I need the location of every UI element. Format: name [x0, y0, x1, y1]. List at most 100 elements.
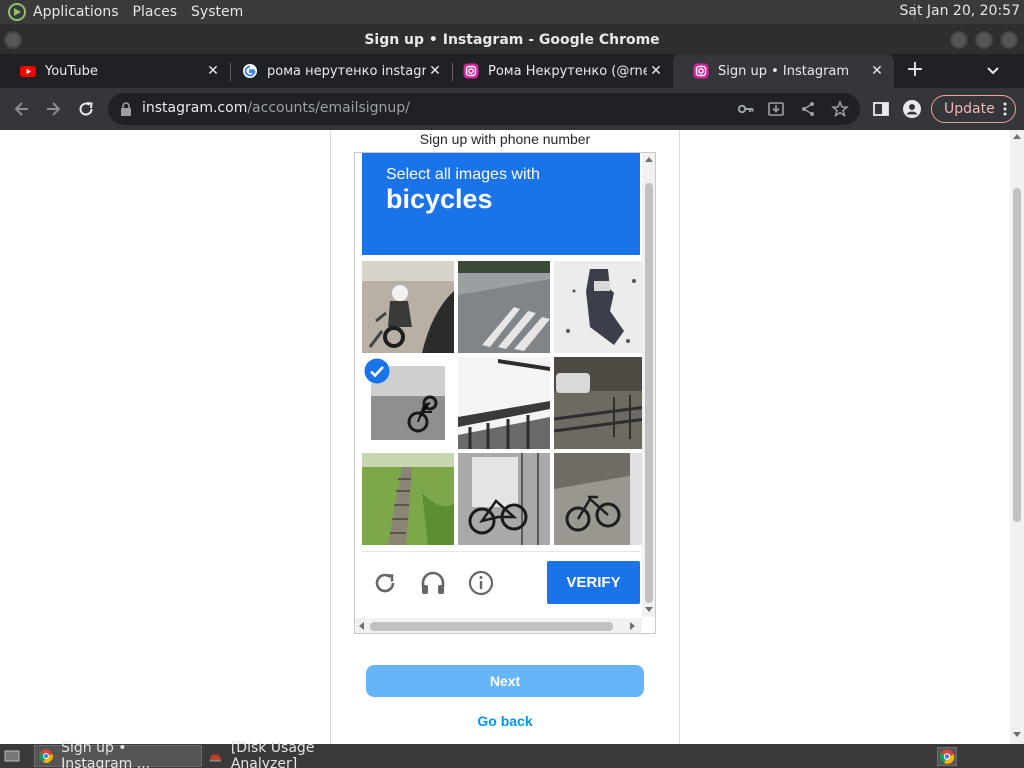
captcha-vertical-scrollbar[interactable]: [642, 153, 655, 617]
page-scroll-thumb[interactable]: [1013, 188, 1021, 522]
close-window-button[interactable]: [1000, 31, 1018, 49]
captcha-footer-divider: [362, 551, 640, 552]
taskbar-item-label: [Disk Usage Analyzer]: [230, 740, 315, 768]
captcha-audio-headphones-icon[interactable]: [419, 569, 447, 597]
selected-checkmark-icon: [364, 358, 390, 384]
tile-image-street-car: [554, 357, 646, 449]
captcha-tile-9[interactable]: [554, 453, 646, 545]
taskbar-item-chrome[interactable]: Sign up • Instagram ...: [34, 740, 202, 768]
tab-title: Рома Некрутенко (@rnekr: [488, 63, 647, 79]
tab-instagram-signup[interactable]: Sign up • Instagram ✕: [673, 54, 894, 88]
captcha-horizontal-scroll-thumb[interactable]: [370, 622, 613, 631]
window-menu-button[interactable]: [4, 31, 22, 49]
captcha-horizontal-scrollbar[interactable]: [355, 618, 642, 633]
tile-image-hydrant: [554, 261, 646, 353]
taskbar-item-label: Sign up • Instagram ...: [61, 740, 151, 768]
youtube-icon: [20, 66, 36, 77]
tab-instagram-profile[interactable]: Рома Некрутенко (@rnekr ✕: [443, 54, 673, 88]
kebab-menu-icon[interactable]: [1003, 102, 1007, 116]
tile-image-bicycles-wall: [458, 453, 550, 545]
show-desktop-icon[interactable]: [4, 748, 20, 764]
go-back-link[interactable]: Go back: [331, 713, 679, 729]
profile-avatar-icon[interactable]: [902, 99, 922, 119]
instagram-icon: [463, 63, 479, 79]
captcha-info-icon[interactable]: [467, 569, 495, 597]
chrome-icon: [39, 749, 53, 763]
disk-usage-icon: [209, 754, 221, 762]
menu-system[interactable]: System: [191, 4, 243, 20]
bookmark-star-icon[interactable]: [830, 99, 850, 119]
tile-image-crosswalk: [458, 261, 550, 353]
captcha-tile-8[interactable]: [458, 453, 550, 545]
screen: Applications Places System Sat Jan 20, 2…: [0, 0, 1024, 768]
captcha-prompt: Select all images with bicycles: [362, 153, 640, 255]
captcha-tile-7[interactable]: [362, 453, 454, 545]
url-text[interactable]: instagram.com/accounts/emailsignup/: [142, 100, 410, 116]
gnome-foot-icon[interactable]: [7, 2, 27, 22]
address-bar[interactable]: instagram.com/accounts/emailsignup/: [108, 93, 860, 125]
tab-title: YouTube: [45, 63, 98, 79]
back-arrow-icon[interactable]: [12, 99, 32, 119]
tab-close-icon[interactable]: ✕: [204, 63, 222, 79]
tile-image-bicycle-building: [554, 453, 646, 545]
captcha-tile-2[interactable]: [458, 261, 550, 353]
scroll-down-arrow-icon[interactable]: [645, 607, 653, 612]
google-icon: [243, 64, 257, 78]
tab-title: Sign up • Instagram: [718, 63, 850, 79]
forward-arrow-icon[interactable]: [43, 99, 63, 119]
browser-toolbar: instagram.com/accounts/emailsignup/ Upda…: [0, 88, 1024, 130]
taskbar-item-disk-usage[interactable]: [Disk Usage Analyzer]: [204, 740, 374, 768]
maximize-button[interactable]: [975, 31, 993, 49]
update-button[interactable]: Update: [931, 95, 1016, 123]
tab-title: рома нерутенко instagram: [267, 63, 426, 79]
menu-applications[interactable]: Applications: [33, 4, 119, 20]
update-label: Update: [944, 101, 995, 117]
page-scroll-up-arrow-icon[interactable]: [1013, 134, 1021, 139]
captcha-tile-6[interactable]: [554, 357, 646, 449]
minimize-button[interactable]: [950, 31, 968, 49]
captcha-tile-5[interactable]: [458, 357, 550, 449]
page-content: Sign up with phone number Select all ima…: [0, 130, 1010, 744]
sign-up-with-phone-link[interactable]: Sign up with phone number: [331, 131, 679, 147]
tab-search-chevron-icon[interactable]: [985, 63, 1001, 79]
share-icon[interactable]: [798, 99, 818, 119]
tab-close-icon[interactable]: ✕: [426, 63, 444, 79]
captcha-tile-1[interactable]: [362, 261, 454, 353]
url-host: instagram.com: [142, 100, 248, 116]
install-app-icon[interactable]: [766, 99, 786, 119]
page-scroll-down-arrow-icon[interactable]: [1013, 732, 1021, 737]
captcha-target-word: bicycles: [386, 184, 493, 214]
captcha-verify-button[interactable]: VERIFY: [547, 561, 640, 604]
lock-icon[interactable]: [120, 102, 132, 116]
menu-places[interactable]: Places: [133, 4, 178, 20]
tab-youtube[interactable]: YouTube ✕: [0, 54, 230, 88]
captcha-tile-3[interactable]: [554, 261, 646, 353]
tile-image-railing: [458, 357, 550, 449]
clock[interactable]: Sat Jan 20, 20:57: [900, 3, 1021, 19]
side-panel-icon[interactable]: [871, 99, 891, 119]
tray-chrome-icon[interactable]: [937, 747, 957, 766]
tile-image-stairs: [362, 453, 454, 545]
scroll-right-arrow-icon[interactable]: [630, 622, 635, 630]
card-border: [679, 130, 680, 744]
reload-icon[interactable]: [76, 99, 96, 119]
tab-strip: YouTube ✕ рома нерутенко instagram ✕ Ром…: [0, 54, 1024, 88]
window-titlebar[interactable]: Sign up • Instagram - Google Chrome: [0, 24, 1024, 54]
url-path: /accounts/emailsignup/: [247, 100, 410, 116]
card-border: [330, 130, 331, 744]
captcha-vertical-scroll-thumb[interactable]: [645, 183, 653, 603]
bottom-taskbar: Sign up • Instagram ... [Disk Usage Anal…: [0, 740, 1024, 768]
tab-close-icon[interactable]: ✕: [868, 63, 886, 79]
scroll-left-arrow-icon[interactable]: [359, 622, 364, 630]
scroll-up-arrow-icon[interactable]: [645, 157, 653, 162]
page-scrollbar[interactable]: [1010, 130, 1024, 744]
new-tab-plus-icon[interactable]: +: [904, 59, 926, 81]
top-panel: Applications Places System Sat Jan 20, 2…: [0, 0, 1024, 24]
captcha-frame: Select all images with bicycles VERIFY: [354, 152, 656, 634]
tile-image-motorbike: [362, 261, 454, 353]
captcha-reload-icon[interactable]: [371, 569, 399, 597]
tab-google-search[interactable]: рома нерутенко instagram ✕: [222, 54, 452, 88]
next-button[interactable]: Next: [366, 665, 644, 697]
tab-close-icon[interactable]: ✕: [647, 63, 665, 79]
key-icon[interactable]: [736, 99, 756, 119]
